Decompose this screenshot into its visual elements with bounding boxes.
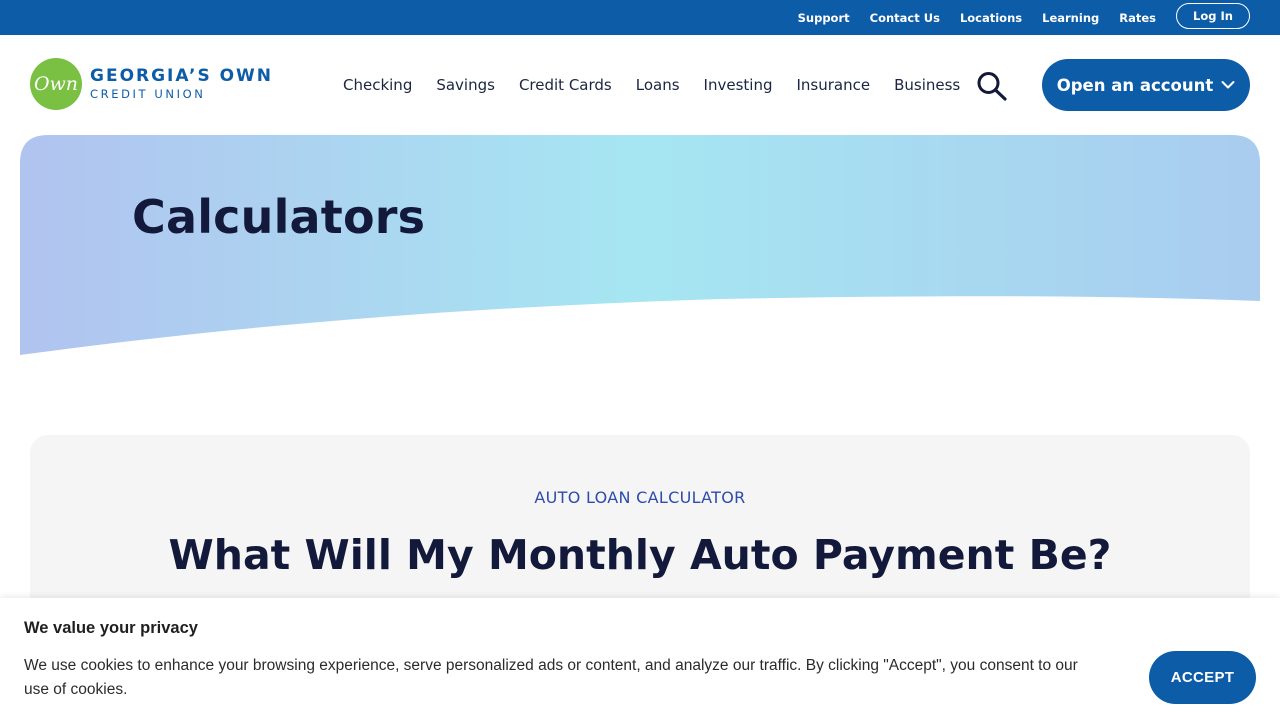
nav-item-insurance[interactable]: Insurance — [796, 76, 870, 94]
cookie-text: We use cookies to enhance your browsing … — [24, 657, 1078, 698]
open-account-button[interactable]: Open an account — [1042, 59, 1250, 111]
page-title: Calculators — [132, 190, 426, 244]
utility-link-locations[interactable]: Locations — [960, 11, 1022, 25]
utility-link-contact-us[interactable]: Contact Us — [870, 11, 940, 25]
accept-button[interactable]: ACCEPT — [1149, 651, 1256, 704]
nav-item-savings[interactable]: Savings — [436, 76, 495, 94]
logo-mark: Own — [30, 58, 82, 110]
nav-item-checking[interactable]: Checking — [343, 76, 412, 94]
utility-link-learning[interactable]: Learning — [1042, 11, 1099, 25]
utility-links: Support Contact Us Locations Learning Ra… — [798, 0, 1280, 35]
cookie-title: We value your privacy — [24, 619, 198, 637]
nav-item-investing[interactable]: Investing — [704, 76, 773, 94]
calculator-title: What Will My Monthly Auto Payment Be? — [168, 531, 1112, 579]
main-nav: Checking Savings Credit Cards Loans Inve… — [343, 35, 984, 135]
hero-banner: Calculators — [20, 135, 1260, 360]
calculator-eyebrow: AUTO LOAN CALCULATOR — [534, 488, 746, 507]
utility-link-rates[interactable]: Rates — [1119, 11, 1156, 25]
hero-background — [20, 135, 1260, 355]
nav-item-credit-cards[interactable]: Credit Cards — [519, 76, 612, 94]
nav-item-business[interactable]: Business — [894, 76, 960, 94]
search-icon[interactable] — [976, 71, 1008, 101]
cookie-banner: We value your privacy We use cookies to … — [0, 598, 1280, 720]
chevron-down-icon — [1221, 81, 1235, 89]
utility-bar: Support Contact Us Locations Learning Ra… — [0, 0, 1280, 35]
site-header: Own GEORGIA’S OWN CREDIT UNION Checking … — [0, 35, 1280, 135]
logo-name-line2: CREDIT UNION — [90, 86, 206, 101]
logo-mark-text: Own — [33, 73, 79, 95]
nav-item-loans[interactable]: Loans — [636, 76, 680, 94]
utility-link-support[interactable]: Support — [798, 11, 850, 25]
logo-wordmark: GEORGIA’S OWN CREDIT UNION — [90, 65, 274, 101]
logo[interactable]: Own GEORGIA’S OWN CREDIT UNION — [30, 58, 273, 110]
open-account-label: Open an account — [1056, 75, 1214, 95]
login-button[interactable]: Log In — [1176, 2, 1250, 29]
logo-name-line1: GEORGIA’S OWN — [90, 65, 274, 86]
